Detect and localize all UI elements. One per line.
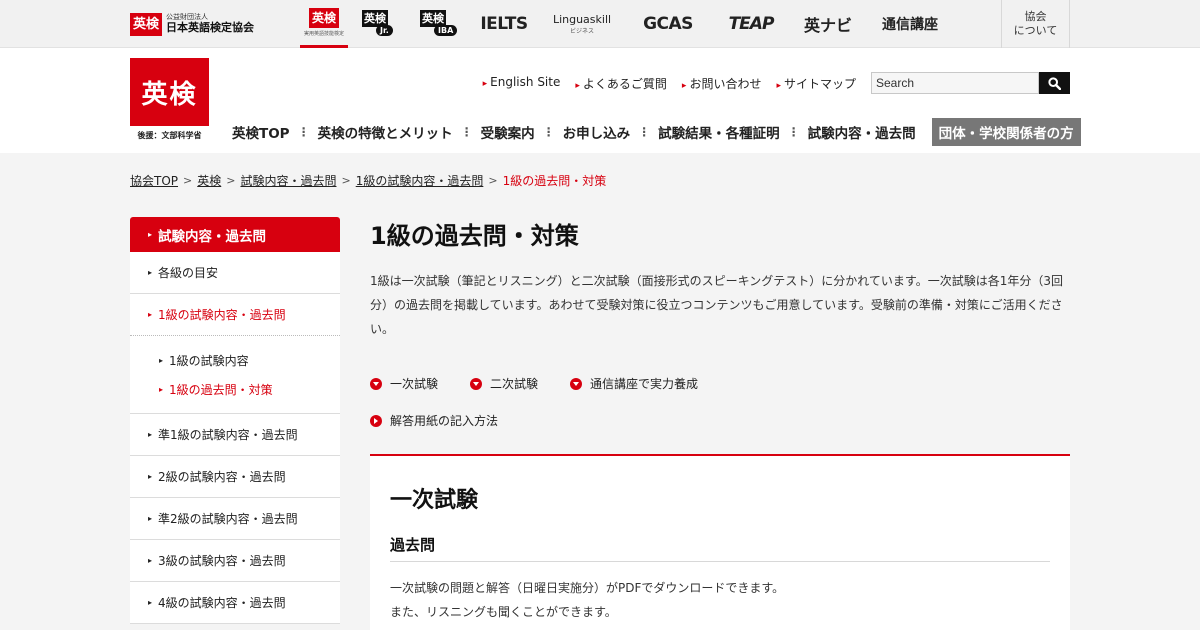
util-link-english-site[interactable]: English Site <box>483 75 560 92</box>
util-link-faq[interactable]: よくあるご質問 <box>575 75 667 92</box>
util-link-contact[interactable]: お問い合わせ <box>682 75 761 92</box>
brand-eiken-jr-tag: Jr. <box>376 25 393 36</box>
sidebar-heading[interactable]: 試験内容・過去問 <box>130 217 340 252</box>
anchor-link-first-exam[interactable]: 一次試験 <box>370 365 438 402</box>
brand-eiken-caption: 実用英語技能検定 <box>303 31 344 37</box>
gnav-separator: ⋮ <box>638 125 651 139</box>
gnav-separator: ⋮ <box>787 125 800 139</box>
brand-eiken[interactable]: 英検 実用英語技能検定 <box>300 0 348 48</box>
gnav-separator: ⋮ <box>542 125 555 139</box>
breadcrumb: 協会TOP > 英検 > 試験内容・過去問 > 1級の試験内容・過去問 > 1級… <box>130 172 606 189</box>
sidebar-item-pre1[interactable]: 準1級の試験内容・過去問 <box>130 414 340 456</box>
sidebar-nav: 試験内容・過去問 各級の目安 1級の試験内容・過去問 1級の試験内容 1級の過去… <box>130 217 340 624</box>
eiken-logo-mark: 英検 <box>130 58 209 126</box>
association-logo-text: 公益財団法人 日本英語検定協会 <box>166 13 255 34</box>
about-association-line2: について <box>1013 24 1058 37</box>
gnav-results[interactable]: 試験結果・各種証明 <box>650 122 788 142</box>
breadcrumb-separator: > <box>488 174 498 187</box>
brand-teap[interactable]: TEAP <box>725 0 777 48</box>
first-exam-panel: 一次試験 過去問 一次試験の問題と解答（日曜日実施分）がPDFでダウンロードでき… <box>370 454 1070 630</box>
site-header: 英検 後援：文部科学省 English Site よくあるご質問 お問い合わせ … <box>0 48 1200 153</box>
brand-linguaskill-name: Linguaskill <box>552 13 612 26</box>
anchor-label: 一次試験 <box>390 377 439 391</box>
gnav-apply[interactable]: お申し込み <box>555 122 639 142</box>
brand-eiken-mark: 英検 <box>308 8 339 28</box>
section-text-line2: また、リスニングも聞くことができます。 <box>390 605 617 619</box>
section-text-line1: 一次試験の問題と解答（日曜日実施分）がPDFでダウンロードできます。 <box>390 581 785 595</box>
search-icon <box>1048 76 1061 90</box>
brand-eiken-iba-logo: 英検 IBA <box>420 10 458 38</box>
chevron-down-icon <box>370 377 382 390</box>
sidebar-item-grade-guide[interactable]: 各級の目安 <box>130 252 340 294</box>
gnav-groups-schools[interactable]: 団体・学校関係者の方 <box>931 118 1081 146</box>
brand-tsushin-koza[interactable]: 通信講座 <box>876 0 944 48</box>
association-logo-name: 日本英語検定協会 <box>166 20 255 34</box>
chevron-right-icon <box>370 414 382 427</box>
section-title: 一次試験 <box>390 488 479 513</box>
section-subtitle: 過去問 <box>390 534 1050 562</box>
intro-text: 1級は一次試験（筆記とリスニング）と二次試験（面接形式のスピーキングテスト）に分… <box>370 274 1063 336</box>
breadcrumb-link-kyokai-top[interactable]: 協会TOP <box>130 172 178 189</box>
anchor-link-answer-sheet[interactable]: 解答用紙の記入方法 <box>370 402 498 439</box>
gnav-features[interactable]: 英検の特徴とメリット <box>310 122 461 142</box>
anchor-label: 二次試験 <box>490 377 539 391</box>
brand-eiken-jr[interactable]: 英検 Jr. <box>360 0 398 48</box>
association-logo[interactable]: 英検 公益財団法人 日本英語検定協会 <box>130 10 254 38</box>
breadcrumb-separator: > <box>183 174 193 187</box>
sidebar-item-grade2[interactable]: 2級の試験内容・過去問 <box>130 456 340 498</box>
brand-eiken-iba-tag: IBA <box>434 25 458 36</box>
anchor-links: 一次試験 二次試験 通信講座で実力養成 解答用紙の記入方法 <box>370 365 770 439</box>
sidebar-item-grade1[interactable]: 1級の試験内容・過去問 <box>130 294 340 336</box>
gnav-exam-content[interactable]: 試験内容・過去問 <box>800 122 924 142</box>
sidebar-subitem-grade1-past-papers[interactable]: 1級の過去問・対策 <box>130 375 340 404</box>
brand-linguaskill[interactable]: Linguaskill ビジネス <box>543 0 621 48</box>
breadcrumb-separator: > <box>341 174 351 187</box>
breadcrumb-link-eiken[interactable]: 英検 <box>197 172 221 189</box>
search-form <box>871 72 1070 94</box>
main-content: 1級の過去問・対策 1級は一次試験（筆記とリスニング）と二次試験（面接形式のスピ… <box>370 217 1070 439</box>
utility-nav: English Site よくあるご質問 お問い合わせ サイトマップ <box>483 75 856 92</box>
gnav-separator: ⋮ <box>297 125 310 139</box>
brand-eiken-jr-logo: 英検 Jr. <box>362 10 396 38</box>
anchor-label: 通信講座で実力養成 <box>590 377 699 391</box>
gnav-separator: ⋮ <box>460 125 473 139</box>
eiken-logo[interactable]: 英検 後援：文部科学省 <box>130 58 209 141</box>
brand-linguaskill-sub: ビジネス <box>569 28 594 35</box>
gnav-exam-guide[interactable]: 受験案内 <box>473 122 543 142</box>
brand-gcas[interactable]: GCAS <box>633 0 703 48</box>
anchor-link-correspondence[interactable]: 通信講座で実力養成 <box>570 365 698 402</box>
search-input[interactable] <box>871 72 1039 94</box>
section-text: 一次試験の問題と解答（日曜日実施分）がPDFでダウンロードできます。 また、リス… <box>390 576 1050 624</box>
util-link-sitemap[interactable]: サイトマップ <box>776 75 856 92</box>
brand-bar: 英検 公益財団法人 日本英語検定協会 英検 実用英語技能検定 英検 Jr. 英検… <box>0 0 1200 48</box>
chevron-down-icon <box>570 377 583 390</box>
breadcrumb-separator: > <box>226 174 236 187</box>
brand-eiken-iba[interactable]: 英検 IBA <box>418 0 458 48</box>
chevron-down-icon <box>470 377 483 390</box>
association-logo-box: 英検 <box>130 12 163 36</box>
anchor-label: 解答用紙の記入方法 <box>390 414 499 428</box>
sidebar-subnav: 1級の試験内容 1級の過去問・対策 <box>130 336 340 414</box>
search-button[interactable] <box>1039 72 1070 94</box>
brand-ielts[interactable]: IELTS <box>476 0 532 48</box>
breadcrumb-current: 1級の過去問・対策 <box>502 174 607 188</box>
sidebar-item-pre2[interactable]: 準2級の試験内容・過去問 <box>130 498 340 540</box>
global-nav: 英検TOP ⋮ 英検の特徴とメリット ⋮ 受験案内 ⋮ お申し込み ⋮ 試験結果… <box>224 118 1081 146</box>
anchor-link-second-exam[interactable]: 二次試験 <box>470 365 538 402</box>
about-association-button[interactable]: 協会 について <box>1001 0 1070 48</box>
gnav-eiken-top[interactable]: 英検TOP <box>224 122 298 142</box>
sidebar-item-grade3[interactable]: 3級の試験内容・過去問 <box>130 540 340 582</box>
sidebar-item-grade4[interactable]: 4級の試験内容・過去問 <box>130 582 340 624</box>
breadcrumb-link-grade1[interactable]: 1級の試験内容・過去問 <box>356 172 484 189</box>
page-title: 1級の過去問・対策 <box>370 222 579 250</box>
eiken-logo-sub: 後援：文部科学省 <box>137 131 202 140</box>
sidebar-subitem-grade1-content[interactable]: 1級の試験内容 <box>130 346 340 375</box>
breadcrumb-link-exam-content[interactable]: 試験内容・過去問 <box>240 172 336 189</box>
about-association-line1: 協会 <box>1024 9 1047 23</box>
brand-enavi[interactable]: 英ナビ <box>800 0 856 48</box>
